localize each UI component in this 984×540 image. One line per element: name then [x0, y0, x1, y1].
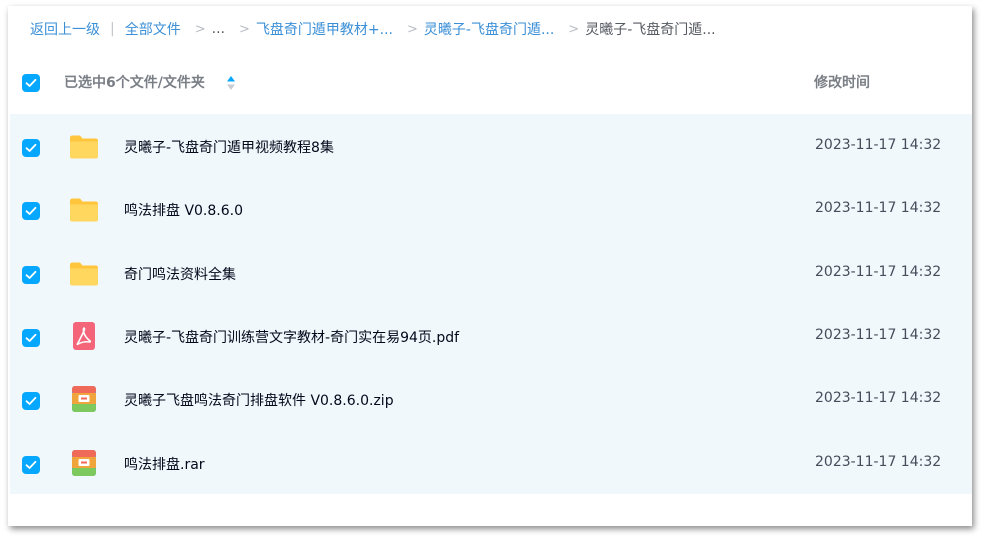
check-icon	[25, 333, 37, 342]
archive-icon	[68, 447, 100, 479]
file-browser-panel: 返回上一级 | 全部文件 > ... > 飞盘奇门遁甲教材+... > 灵曦子-…	[8, 6, 972, 526]
file-name[interactable]: 鸣法排盘.rar	[124, 454, 205, 474]
row-checkbox[interactable]	[22, 139, 40, 157]
file-row[interactable]: 鸣法排盘 V0.8.6.0 2023-11-17 14:32	[10, 179, 972, 242]
row-checkbox[interactable]	[22, 265, 40, 284]
folder-icon	[68, 257, 100, 289]
file-row[interactable]: 奇门鸣法资料全集 2023-11-17 14:32	[10, 243, 972, 306]
chevron-right-icon: >	[194, 21, 206, 37]
breadcrumb: 返回上一级 | 全部文件 > ... > 飞盘奇门遁甲教材+... > 灵曦子-…	[30, 18, 716, 40]
chevron-right-icon: >	[238, 21, 250, 37]
file-name[interactable]: 鸣法排盘 V0.8.6.0	[124, 200, 243, 220]
file-row[interactable]: 灵曦子-飞盘奇门训练营文字教材-奇门实在易94页.pdf 2023-11-17 1…	[10, 306, 972, 369]
file-modified-time: 2023-11-17 14:32	[815, 137, 942, 153]
back-link[interactable]: 返回上一级	[30, 19, 100, 39]
file-modified-time: 2023-11-17 14:32	[815, 453, 942, 470]
file-name[interactable]: 灵曦子-飞盘奇门遁甲视频教程8集	[124, 137, 334, 157]
row-checkbox[interactable]	[22, 328, 40, 347]
breadcrumb-crumb-2[interactable]: 灵曦子-飞盘奇门遁...	[424, 19, 554, 39]
file-name[interactable]: 灵曦子飞盘鸣法奇门排盘软件 V0.8.6.0.zip	[124, 390, 394, 410]
check-icon	[25, 270, 37, 279]
file-row[interactable]: 鸣法排盘.rar 2023-11-17 14:32	[10, 433, 972, 496]
breadcrumb-ellipsis[interactable]: ...	[212, 21, 225, 37]
file-modified-time: 2023-11-17 14:32	[815, 326, 942, 343]
file-modified-time: 2023-11-17 14:32	[815, 390, 942, 407]
breadcrumb-divider: |	[110, 21, 115, 37]
file-name[interactable]: 奇门鸣法资料全集	[124, 264, 236, 284]
sort-icon[interactable]	[226, 75, 236, 91]
row-checkbox[interactable]	[22, 202, 40, 221]
file-name[interactable]: 灵曦子-飞盘奇门训练营文字教材-奇门实在易94页.pdf	[124, 327, 459, 347]
screenshot-frame: 返回上一级 | 全部文件 > ... > 飞盘奇门遁甲教材+... > 灵曦子-…	[0, 0, 984, 540]
breadcrumb-crumb-1[interactable]: 飞盘奇门遁甲教材+...	[256, 19, 393, 39]
list-header: 已选中6个文件/文件夹 修改时间	[8, 58, 972, 108]
row-checkbox[interactable]	[22, 392, 40, 411]
file-row[interactable]: 灵曦子-飞盘奇门遁甲视频教程8集 2023-11-17 14:32	[10, 116, 972, 179]
pdf-icon	[68, 320, 100, 352]
chevron-right-icon: >	[406, 21, 418, 37]
file-modified-time: 2023-11-17 14:32	[815, 200, 942, 217]
modified-time-header[interactable]: 修改时间	[814, 72, 870, 92]
file-list: 灵曦子-飞盘奇门遁甲视频教程8集 2023-11-17 14:32 鸣法排盘 V0.…	[10, 114, 972, 494]
check-icon	[25, 460, 37, 469]
folder-icon	[68, 193, 100, 225]
folder-icon	[68, 130, 100, 162]
file-row[interactable]: 灵曦子飞盘鸣法奇门排盘软件 V0.8.6.0.zip 2023-11-17 14:…	[10, 369, 972, 432]
check-icon	[25, 78, 37, 87]
check-icon	[25, 397, 37, 406]
select-all-checkbox[interactable]	[22, 74, 40, 92]
breadcrumb-current: 灵曦子-飞盘奇门遁...	[585, 22, 716, 38]
row-checkbox[interactable]	[22, 455, 40, 474]
selected-count-label: 已选中6个文件/文件夹	[64, 75, 205, 91]
archive-icon	[68, 383, 100, 415]
check-icon	[25, 143, 37, 152]
file-modified-time: 2023-11-17 14:32	[815, 263, 942, 280]
breadcrumb-all-files[interactable]: 全部文件	[125, 19, 181, 39]
check-icon	[25, 207, 37, 216]
chevron-right-icon: >	[568, 21, 580, 37]
